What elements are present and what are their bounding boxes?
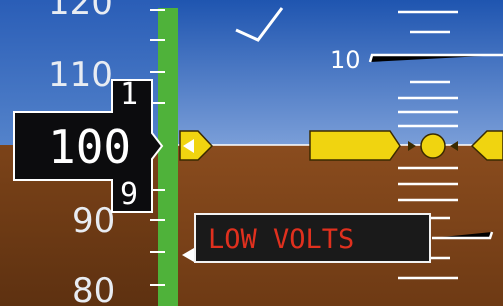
tape-label-90: 90: [72, 201, 115, 241]
center-dot: [420, 133, 446, 159]
speed-band-green: [158, 8, 178, 306]
drum-digit-lower: 9: [120, 177, 138, 212]
tape-label-120: 120: [48, 0, 113, 23]
tape-label-110: 110: [48, 55, 113, 95]
alert-annunciation: LOW VOLTS: [194, 213, 431, 263]
drum-digit-upper: 1: [120, 77, 138, 112]
left-wing-bar: [309, 130, 401, 161]
pitch-label-10: 10: [330, 46, 361, 74]
tape-label-80: 80: [72, 271, 115, 306]
primary-flight-display: 120 110 90 80 100 1 9 10 LOW VOLTS: [0, 0, 503, 306]
airspeed-value: 100: [48, 120, 131, 174]
alert-text: LOW VOLTS: [208, 224, 354, 255]
